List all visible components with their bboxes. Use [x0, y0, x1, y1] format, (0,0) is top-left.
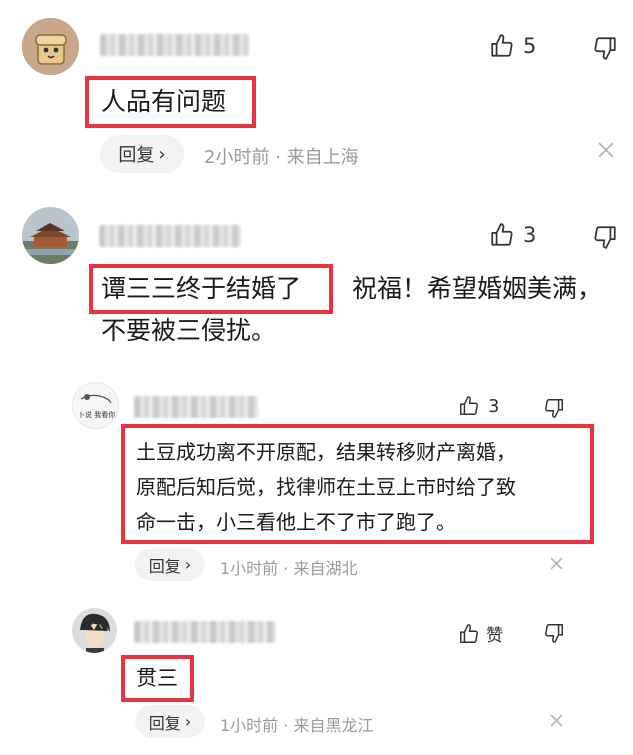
thumbs-up-icon	[460, 396, 478, 415]
avatar[interactable]	[72, 608, 117, 653]
svg-text:卜说 我看你: 卜说 我看你	[78, 410, 115, 419]
comment-text-highlight: 谭三三终于结婚了	[101, 274, 302, 303]
reply-meta: 1小时前 · 来自黑龙江	[220, 716, 374, 735]
like-count: 3	[523, 223, 537, 247]
comment-text: 人品有问题	[101, 87, 227, 116]
thumbs-down-icon	[545, 399, 563, 418]
avatar[interactable]	[22, 18, 79, 75]
reply-label: 回复	[118, 145, 155, 166]
comment-meta: 2小时前 · 来自上海	[204, 147, 359, 168]
avatar-cartoon-icon	[22, 18, 79, 75]
username-blurred[interactable]	[100, 34, 250, 56]
reply-button[interactable]: 回复 ›	[135, 705, 205, 738]
close-icon[interactable]	[549, 713, 564, 732]
dislike-button[interactable]	[592, 35, 618, 61]
reply-button[interactable]: 回复 ›	[135, 548, 205, 581]
username-blurred[interactable]	[134, 621, 276, 643]
reply-text: 贯三	[136, 666, 178, 690]
avatar[interactable]: 卜说 我看你	[72, 382, 119, 429]
thumbs-down-icon	[594, 226, 616, 249]
dislike-button[interactable]	[592, 224, 618, 250]
avatar-sketch-icon: 卜说 我看你	[73, 383, 118, 428]
like-count: 3	[488, 395, 500, 417]
reply-text-line3: 命一击，小三看他上不了市了跑了。	[136, 510, 456, 534]
reply-button[interactable]: 回复 ›	[100, 135, 184, 173]
comment-text-line2: 不要被三侵扰。	[101, 316, 277, 345]
like-button[interactable]: 5	[489, 33, 536, 59]
avatar-photo-icon	[22, 207, 79, 264]
chevron-right-icon: ›	[158, 143, 166, 165]
reply-meta: 1小时前 · 来自湖北	[220, 559, 358, 578]
like-label: 赞	[486, 626, 503, 646]
like-button[interactable]: 3	[458, 395, 499, 417]
reply-label: 回复	[148, 713, 181, 733]
reply-label: 回复	[148, 556, 181, 576]
chevron-right-icon: ›	[184, 555, 192, 574]
dislike-button[interactable]	[543, 397, 565, 419]
avatar-anime-icon	[72, 608, 117, 653]
thumbs-down-icon	[545, 624, 563, 643]
close-icon[interactable]	[597, 141, 615, 163]
like-count: 5	[523, 34, 537, 58]
thumbs-up-icon	[491, 34, 513, 57]
thumbs-down-icon	[594, 37, 616, 60]
avatar[interactable]	[22, 207, 79, 264]
username-blurred[interactable]	[99, 225, 241, 247]
username-blurred[interactable]	[134, 396, 258, 418]
like-button[interactable]: 3	[489, 222, 536, 248]
thumbs-up-icon	[460, 623, 478, 643]
chevron-right-icon: ›	[184, 712, 192, 731]
close-icon[interactable]	[549, 556, 564, 575]
dislike-button[interactable]	[543, 622, 565, 644]
reply-text-line1: 土豆成功离不开原配，结果转移财产离婚，	[136, 440, 516, 464]
reply-text-line2: 原配后知后觉，找律师在土豆上市时给了致	[136, 475, 516, 499]
comment-text-rest: 祝福！希望婚姻美满，	[352, 274, 603, 303]
like-button[interactable]: 赞	[458, 621, 503, 646]
thumbs-up-icon	[491, 223, 513, 246]
